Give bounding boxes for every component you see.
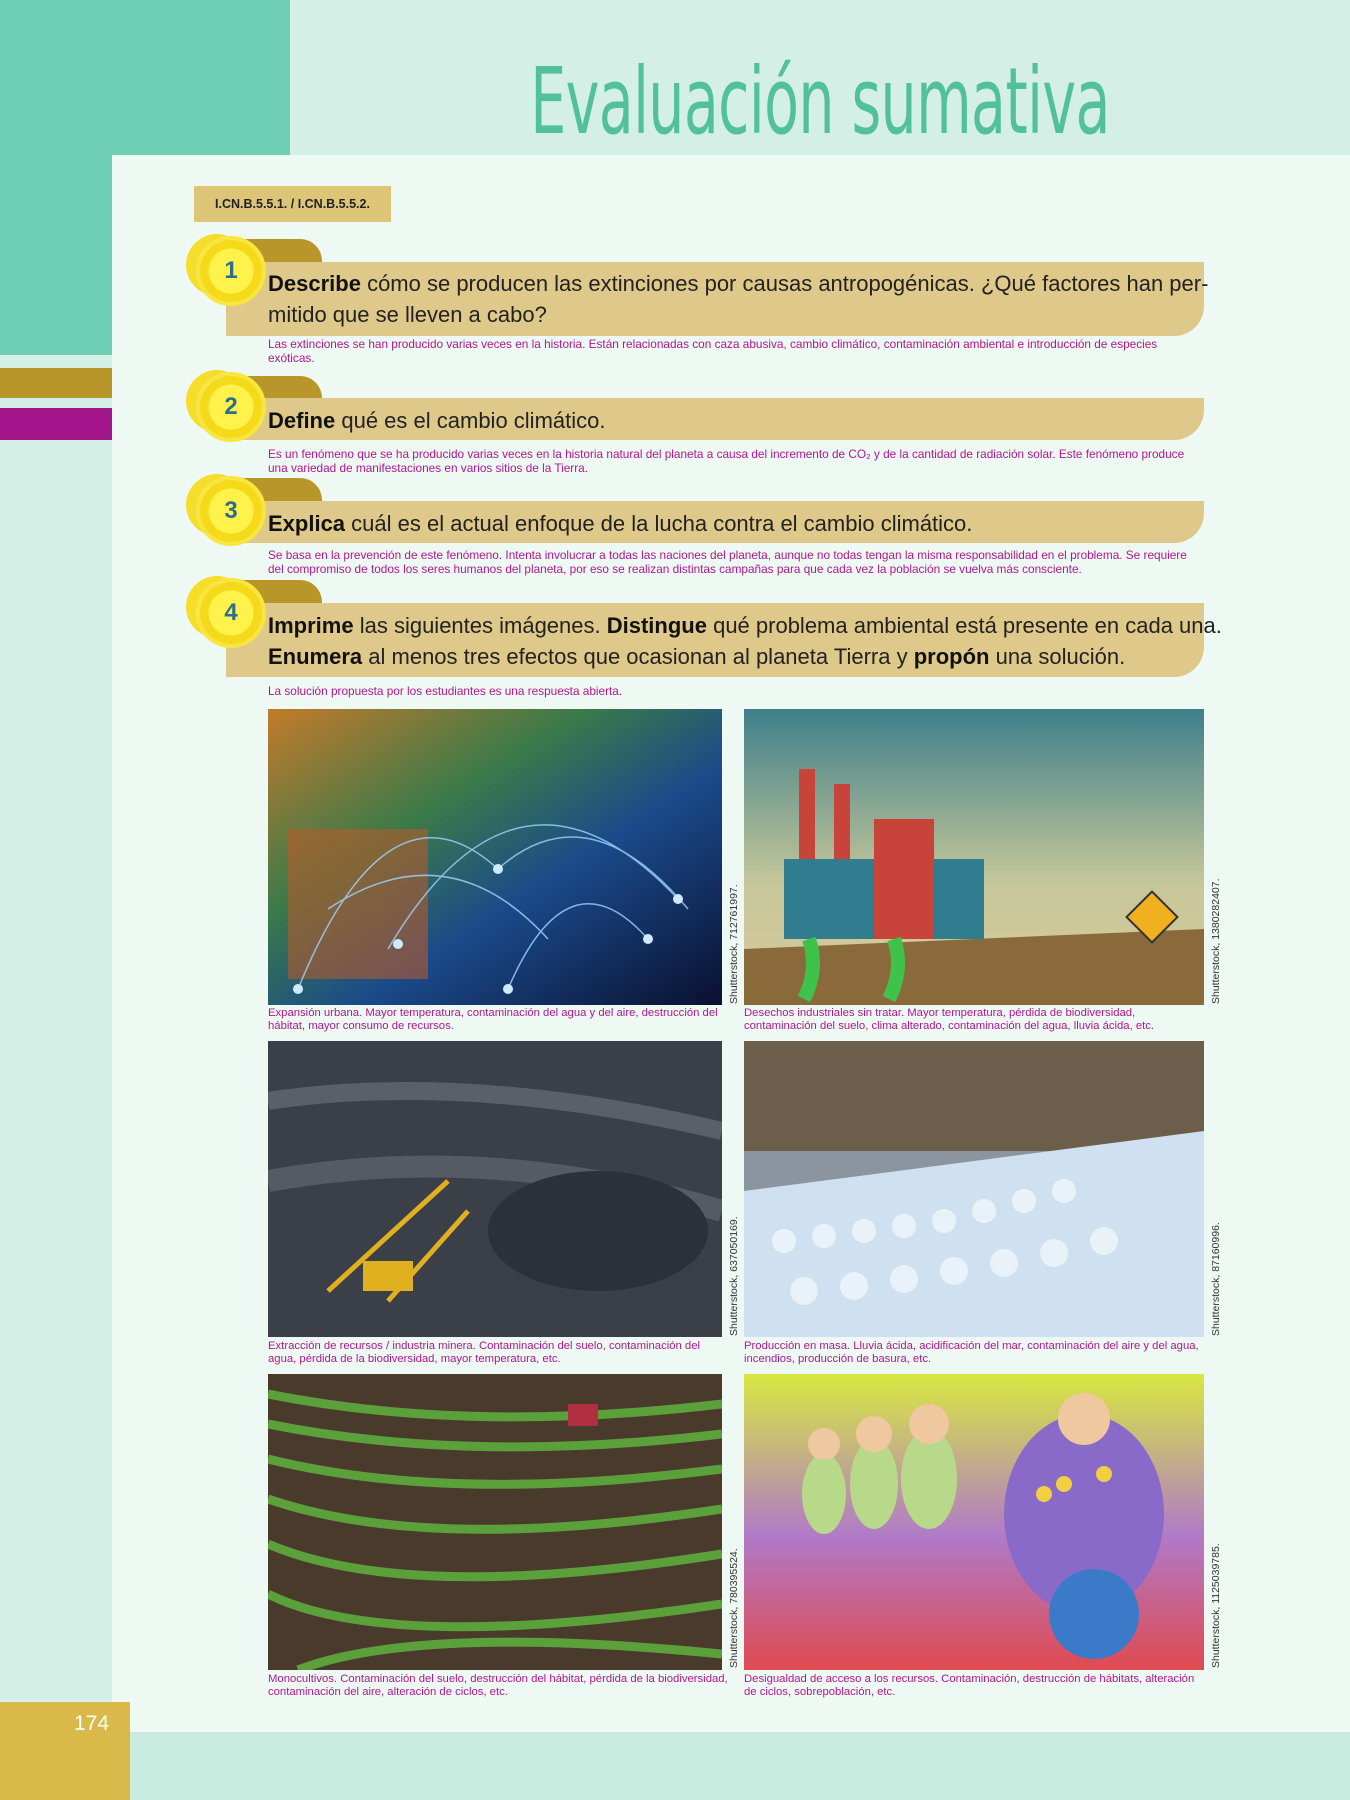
image-5-caption: Monocultivos. Contaminación del suelo, d… [268, 1673, 728, 1698]
question-4-verb-1: Imprime [268, 613, 354, 638]
image-6-credit: Shutterstock, 1125039785. [1210, 1543, 1222, 1668]
olive-stripe [0, 368, 112, 398]
mining-photo [268, 1041, 722, 1337]
image-4-caption: Producción en masa. Lluvia ácida, acidif… [744, 1340, 1199, 1365]
question-1-text: Describe cómo se producen las extincione… [268, 268, 1208, 330]
question-1-prompt-cont: mitido que se lleven a cabo? [268, 302, 547, 327]
image-3-credit: Shutterstock, 637050169. [728, 1216, 740, 1336]
page-number: 174 [74, 1712, 110, 1735]
question-4-verb-4: propón [913, 644, 990, 669]
image-6-caption: Desigualdad de acceso a los recursos. Co… [744, 1673, 1195, 1698]
image-4-credit: Shutterstock, 87160996. [1210, 1222, 1222, 1336]
question-1-answer: Las extinciones se han producido varias … [268, 337, 1158, 365]
magenta-stripe [0, 408, 112, 440]
question-1-verb: Describe [268, 271, 361, 296]
question-4-prompt-d: una solución. [989, 644, 1126, 669]
indicator-badge: I.CN.B.5.5.1. / I.CN.B.5.5.2. [194, 186, 391, 222]
question-2-number: 2 [224, 393, 238, 420]
question-4-prompt-b: qué problema ambiental está presente en … [706, 613, 1222, 638]
question-2-answer: Es un fenómeno que se ha producido varia… [268, 447, 1185, 475]
image-1-credit: Shutterstock, 712761997. [728, 884, 740, 1004]
image-1-caption: Expansión urbana. Mayor temperatura, con… [268, 1007, 718, 1032]
monoculture-photo [268, 1374, 722, 1670]
question-3-text: Explica cuál es el actual enfoque de la … [268, 508, 972, 539]
question-4-text: Imprime las siguientes imágenes. Disting… [268, 610, 1222, 672]
question-2-prompt: qué es el cambio climático. [335, 408, 606, 433]
inequality-illustration [744, 1374, 1204, 1670]
question-3-number: 3 [224, 497, 238, 524]
question-2-text: Define qué es el cambio climático. [268, 405, 605, 436]
image-2-caption: Desechos industriales sin tratar. Mayor … [744, 1007, 1155, 1032]
question-3-prompt: cuál es el actual enfoque de la lucha co… [345, 511, 973, 536]
question-4-prompt-a: las siguientes imágenes. [353, 613, 607, 638]
question-1-prompt: cómo se producen las extinciones por cau… [360, 271, 1209, 296]
question-3-answer: Se basa en la prevención de este fenómen… [268, 548, 1187, 576]
question-4-number: 4 [224, 599, 238, 626]
image-5-credit: Shutterstock, 780395524. [728, 1548, 740, 1668]
mass-production-photo [744, 1041, 1204, 1337]
urban-expansion-photo [268, 709, 722, 1005]
question-4-verb-3: Enumera [268, 644, 363, 669]
bottom-band [0, 1732, 1350, 1800]
question-1-number: 1 [224, 257, 238, 284]
page-title: Evaluación sumativa [530, 48, 1110, 155]
question-4-prompt-c: al menos tres efectos que ocasionan al p… [362, 644, 914, 669]
question-4-answer: La solución propuesta por los estudiante… [268, 684, 623, 698]
image-2-credit: Shutterstock, 1380282407. [1210, 878, 1222, 1004]
image-3-caption: Extracción de recursos / industria miner… [268, 1340, 701, 1365]
page-number-box [0, 1702, 130, 1800]
industrial-waste-illustration [744, 709, 1204, 1005]
question-4-verb-2: Distingue [606, 613, 707, 638]
question-2-verb: Define [268, 408, 336, 433]
question-3-verb: Explica [268, 511, 346, 536]
